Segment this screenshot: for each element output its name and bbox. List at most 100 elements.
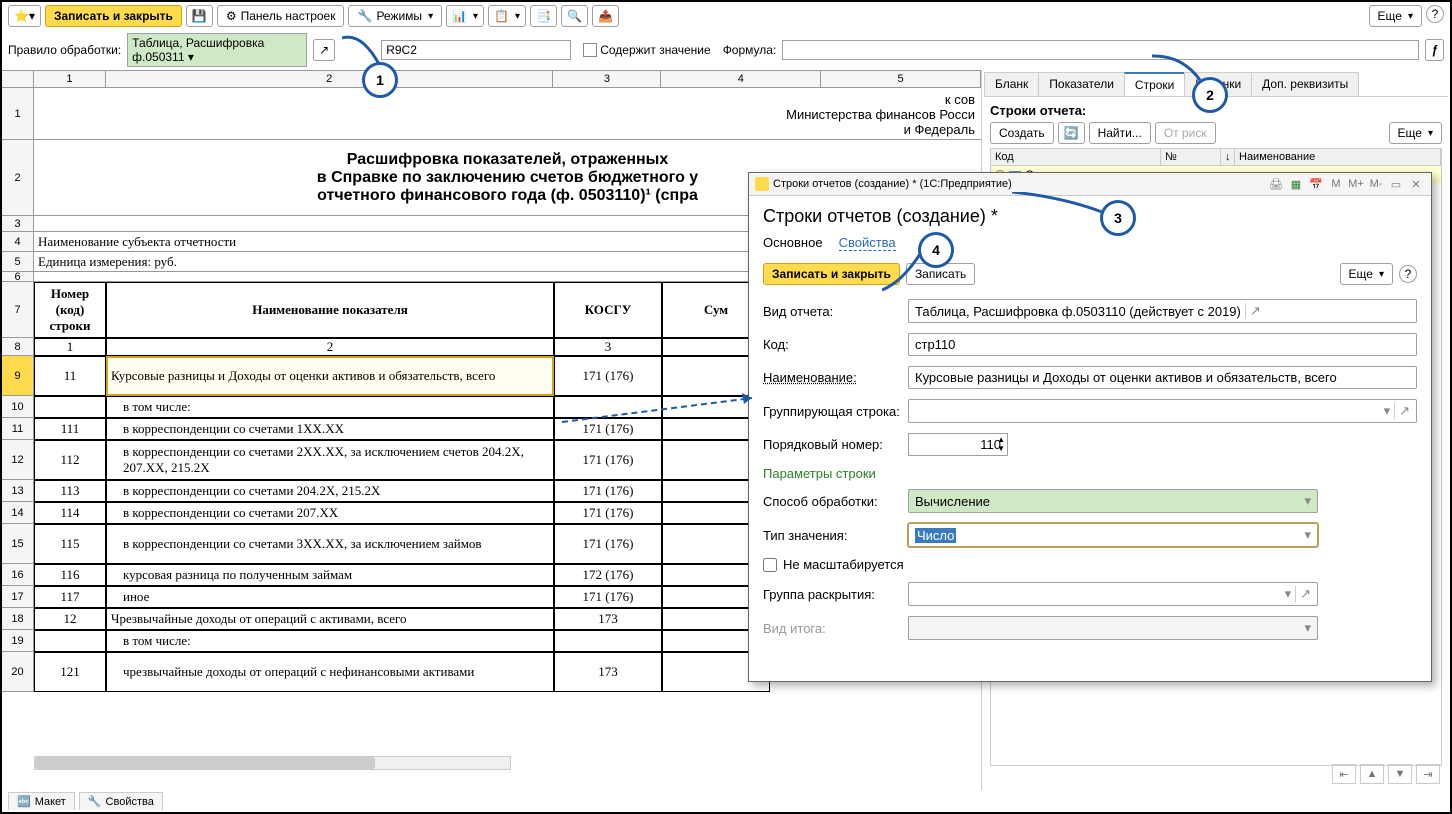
col-header-3[interactable]: 3 <box>553 71 661 87</box>
modes-button[interactable]: 🔧Режимы <box>348 5 442 27</box>
row-header[interactable]: 20 <box>2 652 34 692</box>
save-close-button[interactable]: Записать и закрыть <box>45 5 182 27</box>
code-field[interactable]: стр110 <box>908 333 1417 356</box>
tab-indicators[interactable]: Показатели <box>1038 72 1125 96</box>
m-minus-icon[interactable]: M- <box>1367 176 1385 192</box>
report-type-label: Вид отчета: <box>763 304 908 319</box>
nav-icons: ⇤ ▲ ▼ ⇥ <box>1332 764 1440 784</box>
row-header[interactable]: 1 <box>2 88 34 140</box>
dialog-tab-main[interactable]: Основное <box>763 235 823 251</box>
nav-first[interactable]: ⇤ <box>1332 764 1356 784</box>
close-icon[interactable]: ✕ <box>1407 176 1425 192</box>
horizontal-scrollbar[interactable] <box>34 756 511 770</box>
valtype-field[interactable]: Число▾ <box>908 523 1318 547</box>
m-plus-icon[interactable]: M+ <box>1347 176 1365 192</box>
row-header[interactable]: 2 <box>2 140 34 216</box>
col-header-4[interactable]: 4 <box>661 71 821 87</box>
nav-next[interactable]: ▼ <box>1388 764 1412 784</box>
contains-checkbox[interactable] <box>583 43 597 57</box>
row-header[interactable]: 18 <box>2 608 34 630</box>
rule-field[interactable]: Таблица, Расшифровка ф.050311 ▾ <box>127 33 307 67</box>
nav-prev[interactable]: ▲ <box>1360 764 1384 784</box>
selected-cell[interactable]: Курсовые разницы и Доходы от оценки акти… <box>106 356 554 396</box>
minimize-icon[interactable]: ▭ <box>1387 176 1405 192</box>
row-header[interactable]: 16 <box>2 564 34 586</box>
total-field: ▾ <box>908 616 1318 640</box>
tool-1[interactable]: 📊 <box>446 5 484 27</box>
fx-button[interactable]: ƒ <box>1425 39 1444 61</box>
name-field[interactable]: Курсовые разницы и Доходы от оценки акти… <box>908 366 1417 389</box>
bottom-tabs: 🔤 Макет 🔧 Свойства <box>8 792 163 810</box>
formula-bar: Правило обработки: Таблица, Расшифровка … <box>2 30 1450 70</box>
dialog-help-icon[interactable]: ? <box>1399 265 1417 283</box>
group-label: Группирующая строка: <box>763 404 908 419</box>
tool-4[interactable]: 🔍 <box>561 5 588 27</box>
help-icon[interactable]: ? <box>1426 5 1444 23</box>
tab-blank[interactable]: Бланк <box>984 72 1039 96</box>
nav-last[interactable]: ⇥ <box>1416 764 1440 784</box>
rule-open[interactable]: ↗ <box>313 39 335 61</box>
col-header-5[interactable]: 5 <box>821 71 981 87</box>
row-header[interactable]: 3 <box>2 216 34 232</box>
group-field[interactable]: ▾↗ <box>908 399 1417 423</box>
formula-input[interactable] <box>782 40 1419 60</box>
rule-label: Правило обработки: <box>8 43 121 57</box>
noscale-checkbox[interactable] <box>763 558 777 572</box>
star-button[interactable]: ⭐▾ <box>8 5 41 27</box>
more-button[interactable]: Еще <box>1369 5 1422 27</box>
expand-field[interactable]: ▾↗ <box>908 582 1318 606</box>
noscale-label: Не масштабируется <box>783 557 904 572</box>
col-header-1[interactable]: 1 <box>34 71 106 87</box>
create-button[interactable]: Создать <box>990 122 1054 144</box>
callout-4: 4 <box>918 232 954 268</box>
params-title: Параметры строки <box>763 466 1417 481</box>
row-header[interactable]: 8 <box>2 338 34 356</box>
order-field[interactable]: 110▲▼ <box>908 433 1008 456</box>
name-label: Наименование: <box>763 370 908 385</box>
m-icon[interactable]: M <box>1327 176 1345 192</box>
refresh-button[interactable]: 🔄 <box>1058 122 1085 144</box>
row-header[interactable]: 17 <box>2 586 34 608</box>
main-toolbar: ⭐▾ Записать и закрыть 💾 ⚙Панель настроек… <box>2 2 1450 30</box>
report-type-field[interactable]: Таблица, Расшифровка ф.0503110 (действуе… <box>908 299 1417 323</box>
find-button[interactable]: Найти... <box>1089 122 1151 144</box>
callout-2: 2 <box>1192 77 1228 113</box>
valtype-label: Тип значения: <box>763 528 908 543</box>
calendar-icon[interactable]: 📅 <box>1307 176 1325 192</box>
row-header[interactable]: 14 <box>2 502 34 524</box>
row-header[interactable]: 4 <box>2 232 34 252</box>
formula-label: Формула: <box>723 43 777 57</box>
tab-props[interactable]: Доп. реквизиты <box>1251 72 1359 96</box>
grid-icon[interactable]: ▦ <box>1287 176 1305 192</box>
dialog-save-close-button[interactable]: Записать и закрыть <box>763 263 900 285</box>
bottom-tab-layout[interactable]: 🔤 Макет <box>8 792 75 810</box>
save-button[interactable]: 💾 <box>186 5 213 27</box>
row-header[interactable]: 12 <box>2 440 34 480</box>
tool-3[interactable]: 📑 <box>530 5 557 27</box>
row-header[interactable]: 5 <box>2 252 34 272</box>
tool-5[interactable]: 📤 <box>592 5 619 27</box>
dialog-tab-props[interactable]: Свойства <box>839 235 896 251</box>
col-header-2[interactable]: 2 <box>106 71 554 87</box>
cell-ref-input[interactable] <box>381 40 571 60</box>
dialog-more-button[interactable]: Еще <box>1340 263 1393 285</box>
tool-2[interactable]: 📋 <box>488 5 526 27</box>
callout-3: 3 <box>1100 200 1136 236</box>
row-header[interactable]: 7 <box>2 282 34 338</box>
method-label: Способ обработки: <box>763 494 908 509</box>
row-header[interactable]: 13 <box>2 480 34 502</box>
bottom-tab-props[interactable]: 🔧 Свойства <box>79 792 163 810</box>
panel-more-button[interactable]: Еще <box>1389 122 1442 144</box>
row-header[interactable]: 19 <box>2 630 34 652</box>
row-header[interactable]: 9 <box>2 356 34 396</box>
row-header[interactable]: 15 <box>2 524 34 564</box>
method-field[interactable]: Вычисление▾ <box>908 489 1318 513</box>
print-icon[interactable]: 🖨 <box>1267 176 1285 192</box>
cancel-find-button[interactable]: От риск <box>1155 122 1216 144</box>
code-label: Код: <box>763 337 908 352</box>
row-header[interactable]: 6 <box>2 272 34 282</box>
row-header[interactable]: 10 <box>2 396 34 418</box>
dialog-window-title: Строки отчетов (создание) * (1С:Предприя… <box>773 178 1012 190</box>
row-header[interactable]: 11 <box>2 418 34 440</box>
settings-panel-button[interactable]: ⚙Панель настроек <box>217 5 345 27</box>
